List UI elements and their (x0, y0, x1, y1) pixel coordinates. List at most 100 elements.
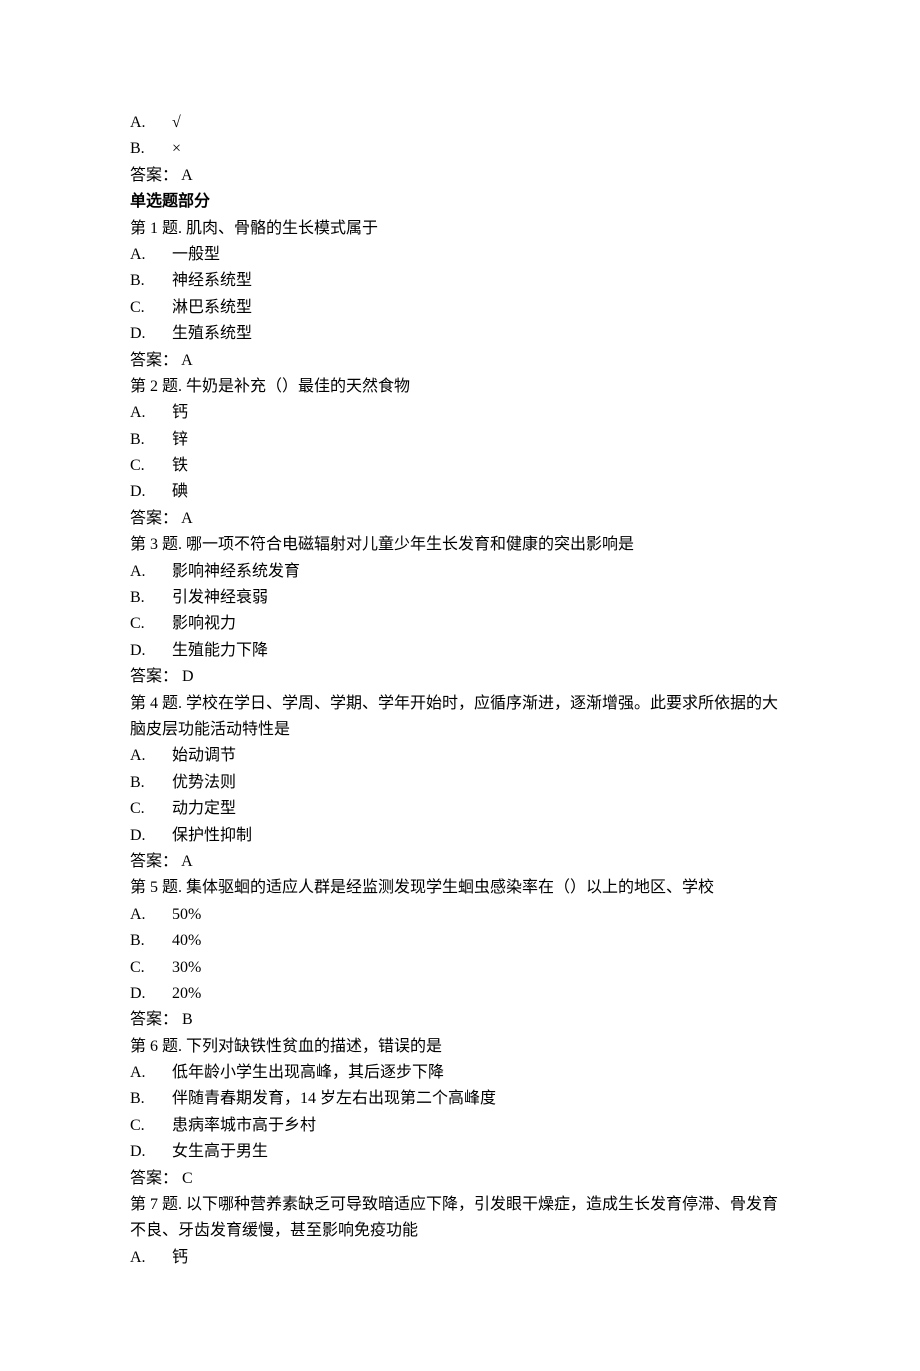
option-label: D. (130, 823, 172, 849)
question-option: A.一般型 (130, 242, 790, 268)
option-label: A. (130, 242, 172, 268)
question-answer: 答案： A (130, 348, 790, 374)
question-stem: 第 3 题. 哪一项不符合电磁辐射对儿童少年生长发育和健康的突出影响是 (130, 532, 790, 558)
question-stem: 第 1 题. 肌肉、骨骼的生长模式属于 (130, 216, 790, 242)
option-text: × (172, 140, 181, 157)
option-label: C. (130, 453, 172, 479)
option-text: 生殖能力下降 (172, 642, 268, 659)
option-label: A. (130, 400, 172, 426)
question-option: C.影响视力 (130, 611, 790, 637)
answer-value: A (181, 510, 193, 527)
question-text: 学校在学日、学周、学期、学年开始时，应循序渐进，逐渐增强。此要求所依据的大脑皮层… (130, 695, 778, 738)
option-text: 神经系统型 (172, 272, 252, 289)
question-option: A.低年龄小学生出现高峰，其后逐步下降 (130, 1060, 790, 1086)
question-stem: 第 6 题. 下列对缺铁性贫血的描述，错误的是 (130, 1034, 790, 1060)
preamble-answer: 答案： A (130, 163, 790, 189)
question-option: C.淋巴系统型 (130, 295, 790, 321)
question-option: B.锌 (130, 427, 790, 453)
option-text: 引发神经衰弱 (172, 589, 268, 606)
question-option: D.20% (130, 981, 790, 1007)
question-answer: 答案： A (130, 506, 790, 532)
question-text: 集体驱蛔的适应人群是经监测发现学生蛔虫感染率在（）以上的地区、学校 (186, 879, 714, 896)
question-option: A.影响神经系统发育 (130, 559, 790, 585)
option-text: 铁 (172, 457, 188, 474)
question-text: 肌肉、骨骼的生长模式属于 (186, 220, 378, 237)
question-option: C.30% (130, 955, 790, 981)
option-label: A. (130, 110, 172, 136)
option-text: 低年龄小学生出现高峰，其后逐步下降 (172, 1064, 444, 1081)
option-text: 50% (172, 906, 201, 923)
answer-value: A (181, 167, 193, 184)
option-text: 20% (172, 985, 201, 1002)
document-page: A.√ B.× 答案： A 单选题部分 第 1 题. 肌肉、骨骼的生长模式属于A… (0, 0, 920, 1371)
option-label: A. (130, 559, 172, 585)
question-option: D.生殖系统型 (130, 321, 790, 347)
question-answer: 答案： A (130, 849, 790, 875)
question-option: B.神经系统型 (130, 268, 790, 294)
option-label: C. (130, 1113, 172, 1139)
question-option: C.动力定型 (130, 796, 790, 822)
option-label: C. (130, 955, 172, 981)
option-label: D. (130, 479, 172, 505)
question-option: D.生殖能力下降 (130, 638, 790, 664)
option-label: C. (130, 295, 172, 321)
option-text: 女生高于男生 (172, 1143, 268, 1160)
option-text: 碘 (172, 483, 188, 500)
question-option: A.始动调节 (130, 743, 790, 769)
answer-value: D (182, 668, 194, 685)
option-label: A. (130, 1245, 172, 1271)
option-text: 一般型 (172, 246, 220, 263)
question-text: 牛奶是补充（）最佳的天然食物 (186, 378, 410, 395)
question-option: A.钙 (130, 1245, 790, 1271)
question-option: A.钙 (130, 400, 790, 426)
option-text: 钙 (172, 1249, 188, 1266)
question-option: D.女生高于男生 (130, 1139, 790, 1165)
option-text: √ (172, 114, 181, 131)
question-option: C.患病率城市高于乡村 (130, 1113, 790, 1139)
option-label: B. (130, 585, 172, 611)
option-text: 患病率城市高于乡村 (172, 1117, 316, 1134)
answer-label: 答案： (130, 664, 178, 690)
question-number: 第 4 题. (130, 691, 182, 717)
question-option: A.50% (130, 902, 790, 928)
option-label: A. (130, 743, 172, 769)
question-option: C.铁 (130, 453, 790, 479)
preamble-option-b: B.× (130, 136, 790, 162)
option-text: 锌 (172, 431, 188, 448)
option-label: B. (130, 136, 172, 162)
option-text: 30% (172, 959, 201, 976)
question-option: D.碘 (130, 479, 790, 505)
question-stem: 第 4 题. 学校在学日、学周、学期、学年开始时，应循序渐进，逐渐增强。此要求所… (130, 691, 790, 744)
question-number: 第 5 题. (130, 875, 182, 901)
question-number: 第 3 题. (130, 532, 182, 558)
question-option: B.伴随青春期发育，14 岁左右出现第二个高峰度 (130, 1086, 790, 1112)
question-number: 第 2 题. (130, 374, 182, 400)
question-number: 第 7 题. (130, 1192, 182, 1218)
question-option: B.引发神经衰弱 (130, 585, 790, 611)
question-stem: 第 2 题. 牛奶是补充（）最佳的天然食物 (130, 374, 790, 400)
question-number: 第 1 题. (130, 216, 182, 242)
answer-label: 答案： (130, 163, 178, 189)
option-text: 动力定型 (172, 800, 236, 817)
question-number: 第 6 题. (130, 1034, 182, 1060)
option-text: 伴随青春期发育，14 岁左右出现第二个高峰度 (172, 1090, 496, 1107)
option-label: B. (130, 770, 172, 796)
option-label: C. (130, 611, 172, 637)
answer-label: 答案： (130, 1166, 178, 1192)
question-text: 下列对缺铁性贫血的描述，错误的是 (186, 1038, 442, 1055)
option-label: B. (130, 268, 172, 294)
option-label: C. (130, 796, 172, 822)
option-text: 影响神经系统发育 (172, 563, 300, 580)
answer-label: 答案： (130, 506, 178, 532)
question-option: B.40% (130, 928, 790, 954)
option-text: 影响视力 (172, 615, 236, 632)
question-stem: 第 7 题. 以下哪种营养素缺乏可导致暗适应下降，引发眼干燥症，造成生长发育停滞… (130, 1192, 790, 1245)
option-label: D. (130, 981, 172, 1007)
option-label: A. (130, 1060, 172, 1086)
option-text: 淋巴系统型 (172, 299, 252, 316)
question-option: D.保护性抑制 (130, 823, 790, 849)
option-label: B. (130, 1086, 172, 1112)
option-label: B. (130, 427, 172, 453)
option-label: D. (130, 638, 172, 664)
question-option: B.优势法则 (130, 770, 790, 796)
